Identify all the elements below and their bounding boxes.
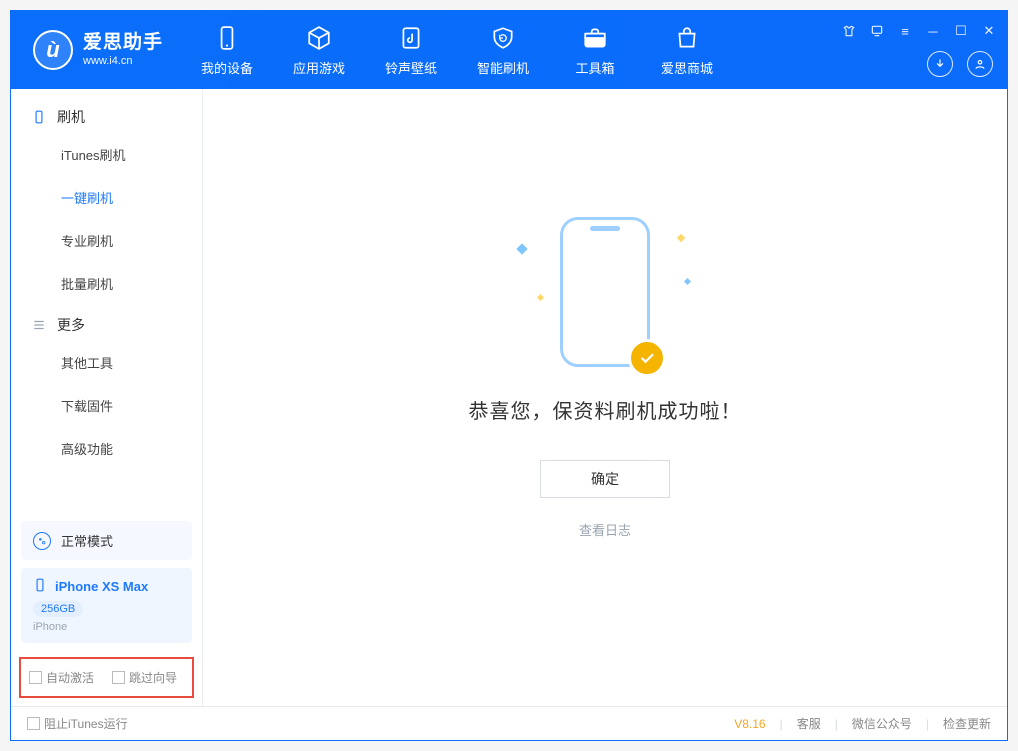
success-illustration (560, 217, 650, 367)
device-info-card[interactable]: iPhone XS Max 256GB iPhone (21, 568, 192, 643)
device-icon (213, 24, 241, 52)
device-type: iPhone (33, 621, 180, 633)
mode-icon (33, 532, 51, 550)
sparkle-icon (677, 233, 685, 241)
menu-icon[interactable]: ≡ (895, 21, 915, 41)
skip-guide-label: 跳过向导 (129, 671, 177, 685)
auto-activate-label: 自动激活 (46, 671, 94, 685)
sidebar-scroll: 刷机 iTunes刷机 一键刷机 专业刷机 批量刷机 更多 其他工具 下载固件 … (11, 89, 202, 511)
nav-smart-flash[interactable]: 智能刷机 (457, 11, 549, 89)
app-subdomain: www.i4.cn (83, 55, 163, 68)
sidebar-item-oneclick-flash[interactable]: 一键刷机 (11, 176, 202, 219)
bag-icon (673, 24, 701, 52)
app-window: ù 爱思助手 www.i4.cn 我的设备 应用游戏 铃声壁纸 智能刷机 (10, 10, 1008, 741)
statusbar: 阻止iTunes运行 V8.16 | 客服 | 微信公众号 | 检查更新 (11, 706, 1007, 740)
sparkle-icon (537, 293, 544, 300)
device-panel: 正常模式 iPhone XS Max 256GB iPhone (11, 511, 202, 651)
sparkle-icon (684, 277, 691, 284)
nav-toolbox[interactable]: 工具箱 (549, 11, 641, 89)
highlighted-options-box: 自动激活 跳过向导 (19, 657, 194, 698)
toolbox-icon (581, 24, 609, 52)
sparkle-icon (516, 243, 527, 254)
version-label: V8.16 (734, 717, 765, 731)
sidebar: 刷机 iTunes刷机 一键刷机 专业刷机 批量刷机 更多 其他工具 下载固件 … (11, 89, 203, 706)
sidebar-item-batch-flash[interactable]: 批量刷机 (11, 262, 202, 305)
phone-detect-icon (33, 578, 47, 595)
phone-small-icon (31, 109, 47, 125)
sidebar-group-more: 更多 (11, 305, 202, 341)
list-small-icon (31, 317, 47, 333)
success-message: 恭喜您，保资料刷机成功啦！ (469, 395, 742, 424)
main-content: 恭喜您，保资料刷机成功啦！ 确定 查看日志 (203, 89, 1007, 706)
sidebar-item-download-firmware[interactable]: 下载固件 (11, 384, 202, 427)
nav-apps-games[interactable]: 应用游戏 (273, 11, 365, 89)
status-link-wechat[interactable]: 微信公众号 (852, 715, 912, 732)
maximize-button[interactable]: ☐ (951, 21, 971, 41)
skip-guide-checkbox[interactable]: 跳过向导 (112, 669, 177, 686)
account-controls (927, 51, 993, 77)
app-logo-icon: ù (33, 30, 73, 70)
user-icon[interactable] (967, 51, 993, 77)
auto-activate-checkbox[interactable]: 自动激活 (29, 669, 94, 686)
sidebar-group-label: 更多 (57, 315, 85, 335)
window-controls: ≡ ─ ☐ ✕ (839, 11, 1007, 89)
app-name: 爱思助手 (83, 32, 163, 55)
sidebar-item-other-tools[interactable]: 其他工具 (11, 341, 202, 384)
nav-label: 我的设备 (201, 58, 253, 77)
shirt-icon[interactable] (839, 21, 859, 41)
nav-label: 智能刷机 (477, 58, 529, 77)
status-link-support[interactable]: 客服 (797, 715, 821, 732)
nav-label: 爱思商城 (661, 58, 713, 77)
sidebar-group-flash: 刷机 (11, 97, 202, 133)
app-title-block: 爱思助手 www.i4.cn (83, 32, 163, 68)
download-icon[interactable] (927, 51, 953, 77)
block-itunes-label: 阻止iTunes运行 (44, 717, 128, 731)
sidebar-item-pro-flash[interactable]: 专业刷机 (11, 219, 202, 262)
view-log-link[interactable]: 查看日志 (579, 520, 631, 539)
sidebar-item-itunes-flash[interactable]: iTunes刷机 (11, 133, 202, 176)
logo-area: ù 爱思助手 www.i4.cn (11, 11, 181, 89)
sidebar-item-advanced[interactable]: 高级功能 (11, 427, 202, 470)
shield-refresh-icon (489, 24, 517, 52)
status-link-update[interactable]: 检查更新 (943, 715, 991, 732)
feedback-icon[interactable] (867, 21, 887, 41)
confirm-button[interactable]: 确定 (540, 460, 670, 498)
nav-label: 铃声壁纸 (385, 58, 437, 77)
top-nav: 我的设备 应用游戏 铃声壁纸 智能刷机 工具箱 爱思商城 (181, 11, 733, 89)
nav-my-device[interactable]: 我的设备 (181, 11, 273, 89)
cube-icon (305, 24, 333, 52)
block-itunes-checkbox[interactable]: 阻止iTunes运行 (27, 715, 128, 732)
nav-store[interactable]: 爱思商城 (641, 11, 733, 89)
device-mode-card[interactable]: 正常模式 (21, 521, 192, 560)
nav-label: 应用游戏 (293, 58, 345, 77)
check-badge-icon (628, 339, 666, 377)
device-mode-label: 正常模式 (61, 531, 113, 550)
device-storage-badge: 256GB (33, 601, 83, 617)
device-name: iPhone XS Max (55, 579, 148, 594)
minimize-button[interactable]: ─ (923, 21, 943, 41)
sidebar-group-label: 刷机 (57, 107, 85, 127)
music-file-icon (397, 24, 425, 52)
close-button[interactable]: ✕ (979, 21, 999, 41)
device-name-row: iPhone XS Max (33, 578, 180, 595)
nav-label: 工具箱 (576, 58, 615, 77)
body: 刷机 iTunes刷机 一键刷机 专业刷机 批量刷机 更多 其他工具 下载固件 … (11, 89, 1007, 706)
titlebar: ù 爱思助手 www.i4.cn 我的设备 应用游戏 铃声壁纸 智能刷机 (11, 11, 1007, 89)
nav-ringtone-wallpaper[interactable]: 铃声壁纸 (365, 11, 457, 89)
